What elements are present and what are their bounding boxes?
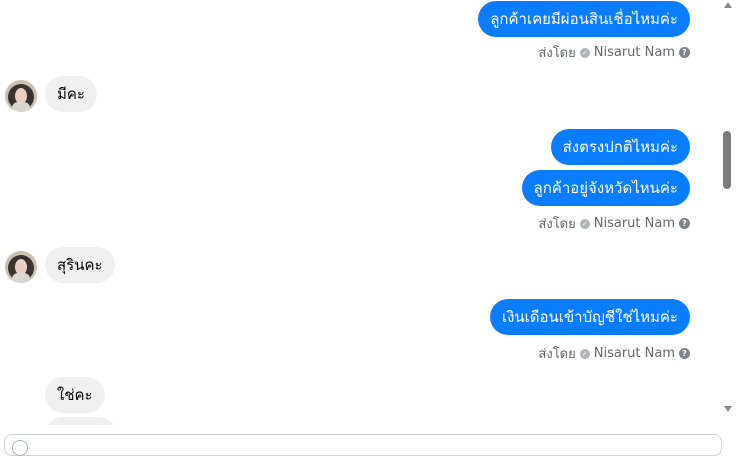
outgoing-message[interactable]: ส่งตรงปกติไหมค่ะ bbox=[550, 129, 690, 165]
avatar[interactable] bbox=[5, 80, 37, 112]
scrollbar-track[interactable] bbox=[720, 0, 743, 425]
incoming-message[interactable]: มีคะ bbox=[45, 76, 97, 112]
sent-by-line: ส่งโดย ✓ Nisarut Nam ? bbox=[538, 343, 690, 364]
message-input[interactable] bbox=[4, 434, 722, 456]
sent-by-label: ส่งโดย bbox=[538, 347, 576, 362]
message-composer bbox=[0, 425, 743, 456]
agent-name: Nisarut Nam bbox=[593, 45, 675, 60]
sent-by-line: ส่งโดย ✓ Nisarut Nam ? bbox=[538, 42, 690, 63]
chat-thread[interactable]: ลูกค้าเคยมีผ่อนสินเชื่อไหมค่ะ ส่งโดย ✓ N… bbox=[0, 0, 720, 425]
agent-name: Nisarut Nam bbox=[593, 216, 675, 231]
outgoing-message[interactable]: ลูกค้าเคยมีผ่อนสินเชื่อไหมค่ะ bbox=[478, 1, 690, 37]
agent-name: Nisarut Nam bbox=[593, 346, 675, 361]
triangle-down-icon[interactable] bbox=[724, 406, 732, 412]
triangle-up-icon[interactable] bbox=[724, 2, 732, 8]
outgoing-message[interactable]: เงินเดือนเข้าบัญชีใช่ไหมค่ะ bbox=[489, 299, 690, 335]
incoming-message[interactable]: ใช่คะ bbox=[45, 377, 105, 413]
sent-by-label: ส่งโดย bbox=[538, 46, 576, 61]
outgoing-message[interactable]: ลูกค้าอยู่จังหวัดไหนค่ะ bbox=[521, 170, 690, 206]
check-circle-icon: ✓ bbox=[579, 348, 590, 359]
question-circle-icon[interactable]: ? bbox=[679, 218, 690, 229]
incoming-message[interactable]: สุรินคะ bbox=[45, 247, 115, 283]
question-circle-icon[interactable]: ? bbox=[679, 348, 690, 359]
scrollbar-thumb[interactable] bbox=[723, 131, 731, 189]
sent-by-label: ส่งโดย bbox=[538, 217, 576, 232]
incoming-message-partial[interactable] bbox=[45, 417, 117, 425]
check-circle-icon: ✓ bbox=[579, 47, 590, 58]
sent-by-line: ส่งโดย ✓ Nisarut Nam ? bbox=[538, 213, 690, 234]
attach-icon[interactable] bbox=[12, 440, 28, 456]
avatar[interactable] bbox=[5, 251, 37, 283]
question-circle-icon[interactable]: ? bbox=[679, 47, 690, 58]
check-circle-icon: ✓ bbox=[579, 218, 590, 229]
